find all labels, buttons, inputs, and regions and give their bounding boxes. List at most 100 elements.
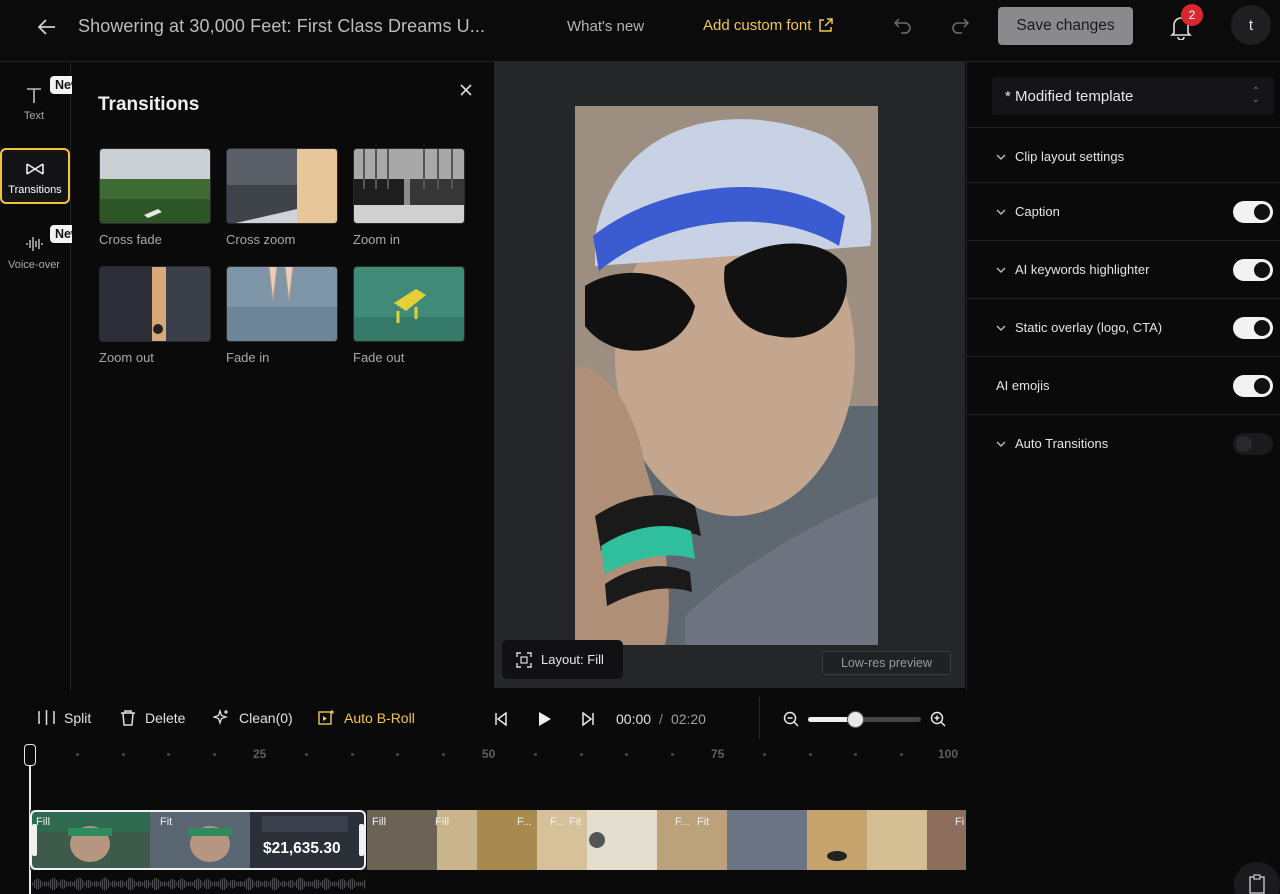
- ruler-tick: [854, 753, 858, 756]
- waveform-bar: [114, 880, 116, 888]
- waveform-bar: [334, 881, 336, 887]
- clip-label: Fit: [697, 816, 710, 828]
- waveform-bar: [82, 880, 84, 888]
- transition-zoom-in[interactable]: [353, 148, 465, 224]
- waveform-bar: [112, 880, 114, 888]
- auto-broll-icon: [318, 710, 334, 725]
- template-select-value: * Modified template: [1005, 87, 1134, 105]
- delete-button[interactable]: Delete: [120, 709, 185, 726]
- template-select[interactable]: * Modified template ⌃ ⌄: [992, 77, 1274, 115]
- chevron-up-down-icon: ⌃ ⌄: [1251, 86, 1260, 105]
- transition-fade-out[interactable]: [353, 266, 465, 342]
- timeline-ruler[interactable]: 25 50 75 100: [0, 740, 966, 770]
- skip-forward-icon[interactable]: [581, 712, 595, 726]
- waveform-bar: [32, 882, 34, 886]
- playhead-handle[interactable]: [24, 744, 36, 766]
- waveform-bar: [144, 880, 146, 888]
- clean-button[interactable]: Clean(0): [213, 709, 293, 726]
- waveform-bar: [122, 880, 124, 888]
- layout-fill-button[interactable]: Layout: Fill: [502, 640, 623, 679]
- chevron-down-icon: [996, 267, 1006, 273]
- timeline-clip-group[interactable]: Fill Fill F... F... Fit F... Fit Fi: [367, 810, 966, 870]
- waveform-bar: [260, 881, 262, 887]
- rail-item-transitions[interactable]: Transitions: [0, 148, 70, 204]
- save-changes-button[interactable]: Save changes: [998, 7, 1133, 45]
- settings-row-clip-layout[interactable]: Clip layout settings: [967, 127, 1280, 185]
- video-frame-image: [575, 106, 878, 645]
- whats-new-link[interactable]: What's new: [567, 18, 644, 35]
- settings-row-static-overlay[interactable]: Static overlay (logo, CTA): [967, 298, 1280, 356]
- transition-cross-zoom[interactable]: [226, 148, 338, 224]
- ruler-tick: [671, 753, 675, 756]
- waveform-bar: [290, 879, 292, 889]
- add-custom-font-link[interactable]: Add custom font: [703, 17, 834, 34]
- auto-broll-button[interactable]: Auto B-Roll: [318, 709, 415, 726]
- waveform-bar: [142, 882, 144, 886]
- back-button[interactable]: [34, 14, 60, 40]
- waveform-bar: [340, 878, 342, 890]
- waveform-bar: [268, 882, 270, 886]
- transition-fade-in[interactable]: [226, 266, 338, 342]
- low-res-preview-badge[interactable]: Low-res preview: [822, 651, 951, 675]
- waveform-bar: [116, 881, 118, 887]
- clip-trim-handle-right[interactable]: [359, 824, 364, 856]
- waveform-bar: [60, 880, 62, 888]
- transition-cross-fade[interactable]: [99, 148, 211, 224]
- toolbar-divider: [759, 697, 760, 739]
- zoom-slider[interactable]: [808, 711, 921, 728]
- waveform-bar: [46, 881, 48, 887]
- video-frame[interactable]: [575, 106, 878, 645]
- ruler-tick: [121, 753, 125, 756]
- waveform-bar: [40, 880, 42, 888]
- chevron-down-icon: [996, 209, 1006, 215]
- waveform-bar: [312, 881, 314, 887]
- settings-row-auto-transitions[interactable]: Auto Transitions: [967, 414, 1280, 472]
- auto-broll-label: Auto B-Roll: [344, 709, 415, 726]
- ruler-tick: [75, 753, 79, 756]
- waveform-bar: [294, 882, 296, 886]
- transition-zoom-out[interactable]: [99, 266, 211, 342]
- waveform-bar: [286, 882, 288, 886]
- split-button[interactable]: Split: [38, 709, 91, 726]
- project-title[interactable]: Showering at 30,000 Feet: First Class Dr…: [78, 16, 485, 37]
- ai-keywords-toggle[interactable]: [1233, 259, 1273, 281]
- close-icon[interactable]: [458, 82, 474, 98]
- static-overlay-toggle[interactable]: [1233, 317, 1273, 339]
- waveform-bar: [316, 879, 318, 889]
- ruler-label: 100: [938, 747, 959, 761]
- redo-icon[interactable]: [950, 15, 970, 35]
- ai-emojis-toggle[interactable]: [1233, 375, 1273, 397]
- avatar[interactable]: t: [1231, 5, 1271, 45]
- settings-row-label: AI keywords highlighter: [1015, 262, 1150, 277]
- fade-in-thumbnail: [227, 267, 337, 341]
- zoom-slider-handle[interactable]: [847, 711, 865, 728]
- clip-selection-border: [30, 810, 366, 870]
- waveform-bar: [246, 878, 248, 890]
- clipboard-button[interactable]: [1234, 862, 1280, 894]
- clip-label: Fill: [435, 816, 450, 828]
- waveform-bar: [124, 882, 126, 886]
- undo-icon[interactable]: [893, 15, 913, 35]
- waveform-bar: [38, 878, 40, 890]
- waveform-bar: [238, 881, 240, 887]
- settings-row-caption[interactable]: Caption: [967, 182, 1280, 240]
- zoom-in-icon[interactable]: [930, 711, 946, 727]
- auto-transitions-toggle[interactable]: [1233, 433, 1273, 455]
- waveform-bar: [44, 881, 46, 887]
- caption-toggle[interactable]: [1233, 201, 1273, 223]
- clip-trim-handle-left[interactable]: [32, 824, 37, 856]
- play-icon[interactable]: [538, 711, 552, 727]
- waveform-bar: [250, 878, 252, 890]
- zoom-out-icon[interactable]: [783, 711, 799, 727]
- panel-title: Transitions: [98, 94, 200, 115]
- settings-row-ai-emojis[interactable]: AI emojis: [967, 356, 1280, 414]
- settings-row-ai-keywords[interactable]: AI keywords highlighter: [967, 240, 1280, 298]
- settings-row-label: AI emojis: [996, 378, 1050, 393]
- waveform-bar: [58, 882, 60, 886]
- waveform-bar: [304, 880, 306, 888]
- sparkle-icon: [213, 709, 229, 726]
- waveform-bar: [158, 879, 160, 889]
- skip-back-icon[interactable]: [494, 712, 508, 726]
- waveform-bar: [106, 878, 108, 890]
- waveform-bar: [132, 878, 134, 890]
